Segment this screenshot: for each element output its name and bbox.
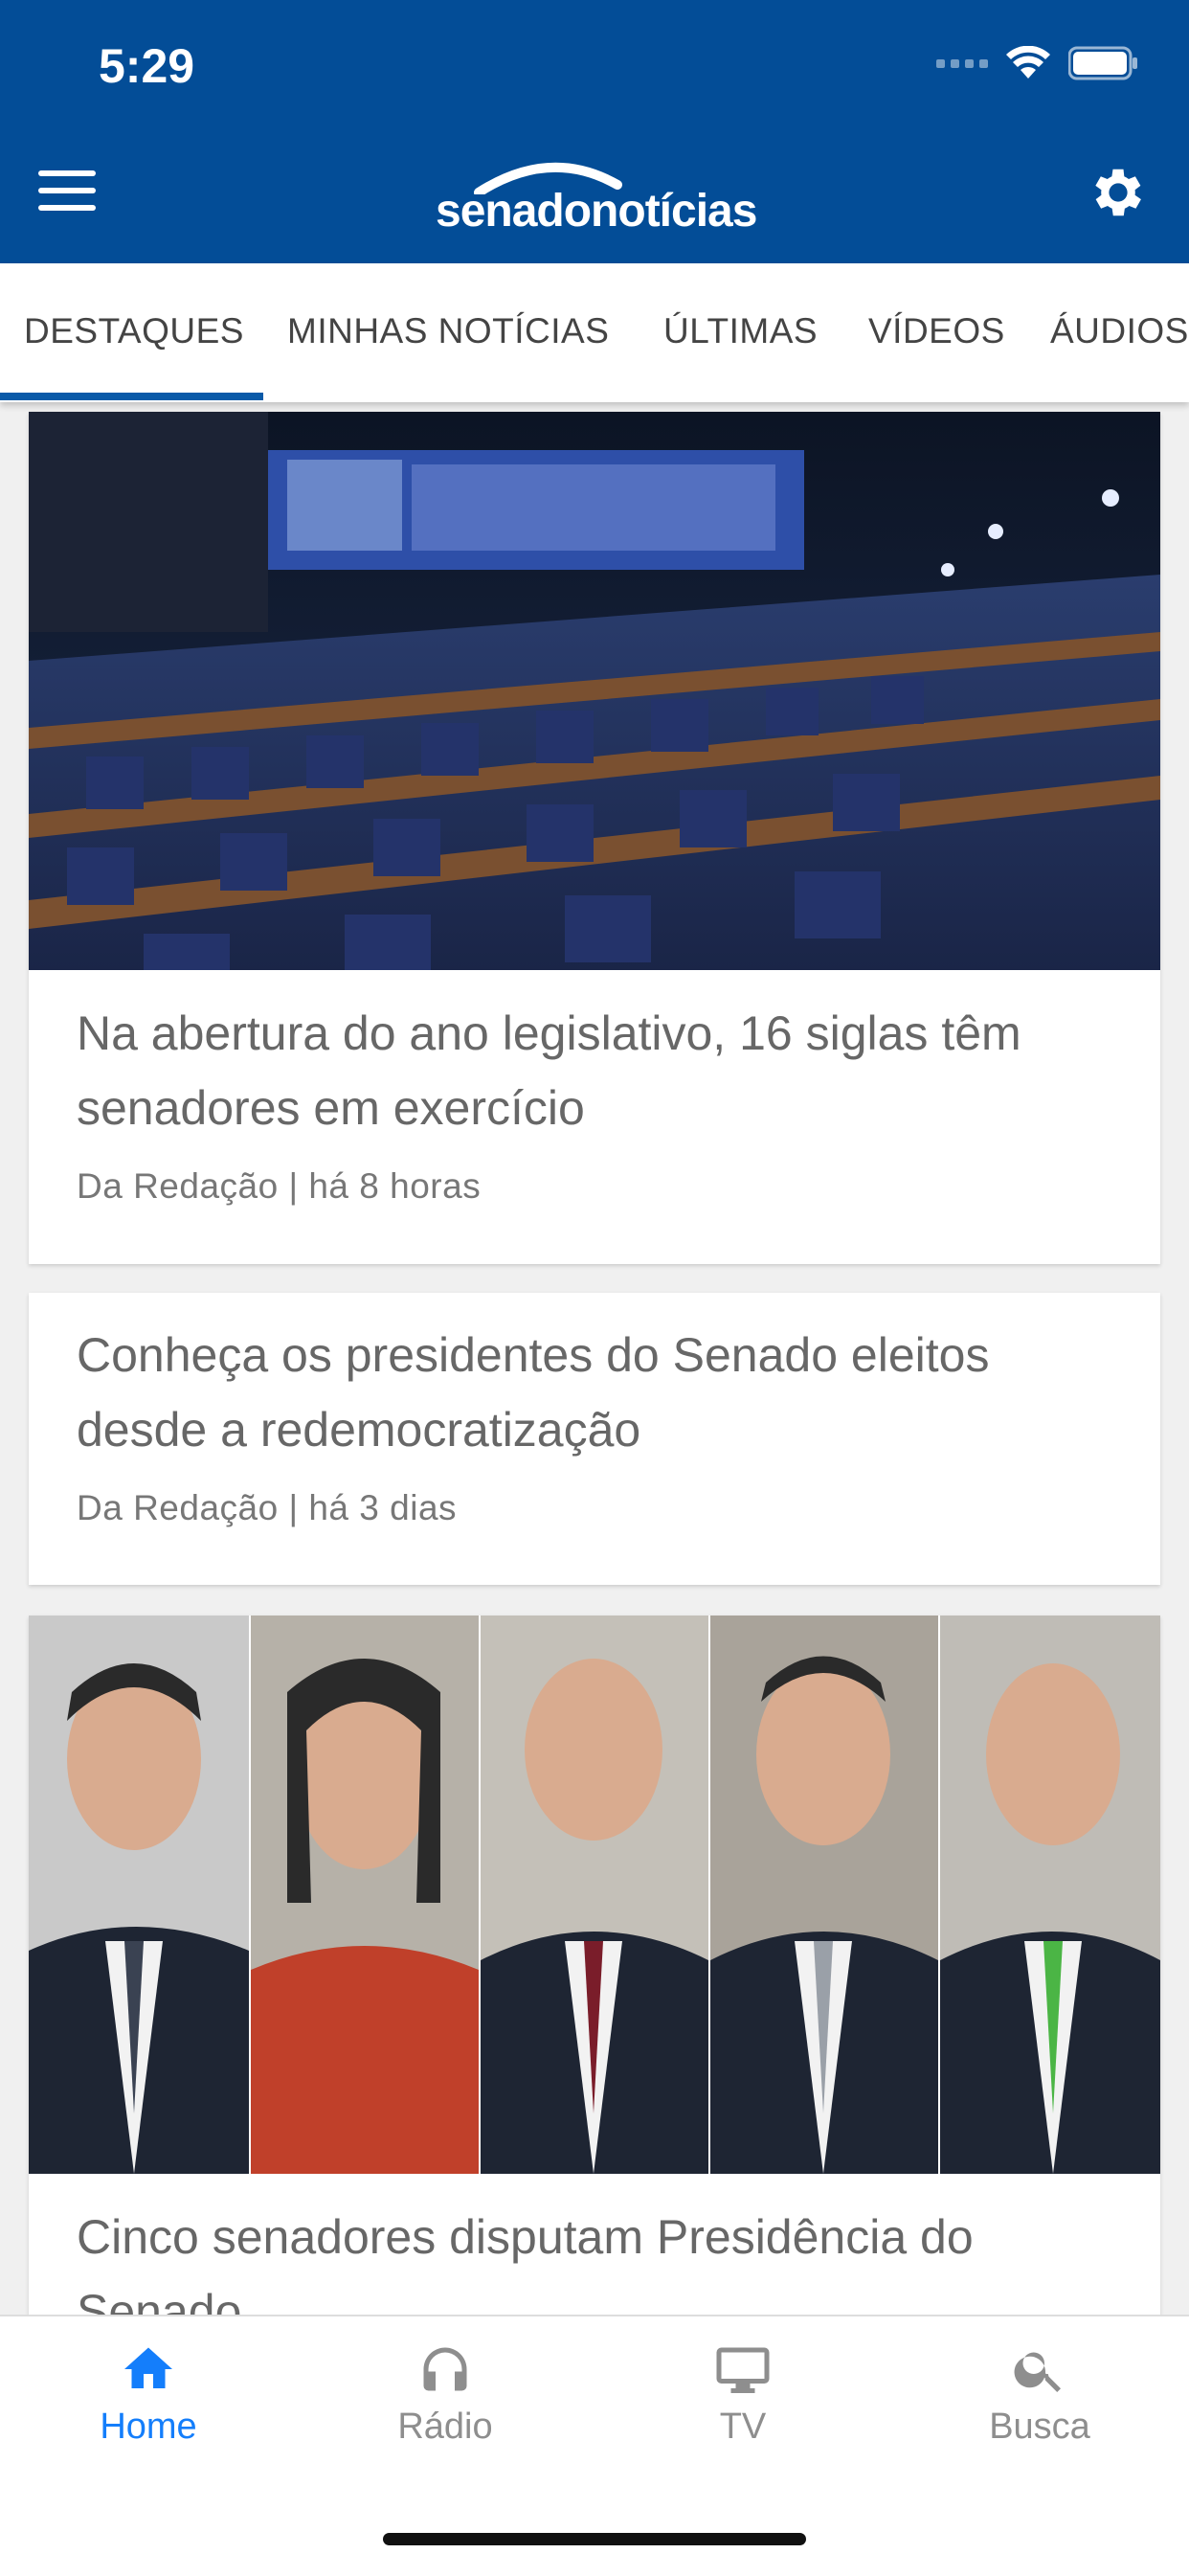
nav-home[interactable]: Home [43, 2340, 254, 2448]
article-card-1[interactable]: Na abertura do ano legislativo, 16 sigla… [29, 412, 1160, 1264]
nav-busca[interactable]: Busca [934, 2340, 1145, 2448]
home-indicator[interactable] [383, 2533, 806, 2545]
tab-destaques[interactable]: DESTAQUES [24, 311, 244, 351]
nav-radio[interactable]: Rádio [340, 2340, 550, 2448]
battery-icon [1068, 46, 1137, 80]
five-senators-collage-photo [29, 1616, 1160, 2174]
home-icon [124, 2347, 172, 2388]
wifi-icon [1006, 46, 1050, 79]
article-card-2[interactable]: Conheça os presidentes do Senado eleitos… [29, 1293, 1160, 1585]
tab-minhas-noticias[interactable]: MINHAS NOTÍCIAS [287, 311, 609, 351]
headphones-icon [423, 2347, 467, 2391]
cellular-signal-icon [936, 58, 988, 68]
status-time: 5:29 [99, 39, 195, 93]
senate-plenary-photo [29, 412, 1160, 970]
tv-icon [716, 2347, 770, 2393]
settings-gear-icon[interactable] [1087, 161, 1150, 224]
article-title[interactable]: Conheça os presidentes do Senado eleitos… [77, 1318, 1112, 1467]
category-tabs: DESTAQUES MINHAS NOTÍCIAS ÚLTIMAS VÍDEOS… [0, 263, 1189, 402]
app-header: 5:29 senadonotícias [0, 0, 1189, 263]
senado-noticias-logo: senadonotícias [436, 156, 757, 237]
logo-text: senadonotícias [436, 186, 757, 237]
status-icons [936, 46, 1139, 80]
active-tab-indicator [0, 393, 263, 400]
article-meta: Da Redação | há 3 dias [77, 1488, 458, 1527]
article-meta: Da Redação | há 8 horas [77, 1166, 482, 1206]
nav-tv[interactable]: TV [638, 2340, 848, 2448]
article-card-3[interactable]: Cinco senadores disputam Presidência do … [29, 1616, 1160, 2324]
search-icon [1014, 2352, 1061, 2392]
menu-button[interactable] [38, 170, 96, 215]
article-title[interactable]: Cinco senadores disputam Presidência do … [77, 2200, 1112, 2324]
nav-home-label: Home [100, 2407, 197, 2447]
nav-busca-label: Busca [989, 2407, 1090, 2447]
article-title[interactable]: Na abertura do ano legislativo, 16 sigla… [77, 996, 1112, 1145]
nav-tv-label: TV [719, 2407, 767, 2447]
tab-ultimas[interactable]: ÚLTIMAS [663, 311, 818, 351]
tab-audios[interactable]: ÁUDIOS [1050, 311, 1189, 351]
tab-videos[interactable]: VÍDEOS [868, 311, 1005, 351]
nav-radio-label: Rádio [397, 2407, 493, 2447]
